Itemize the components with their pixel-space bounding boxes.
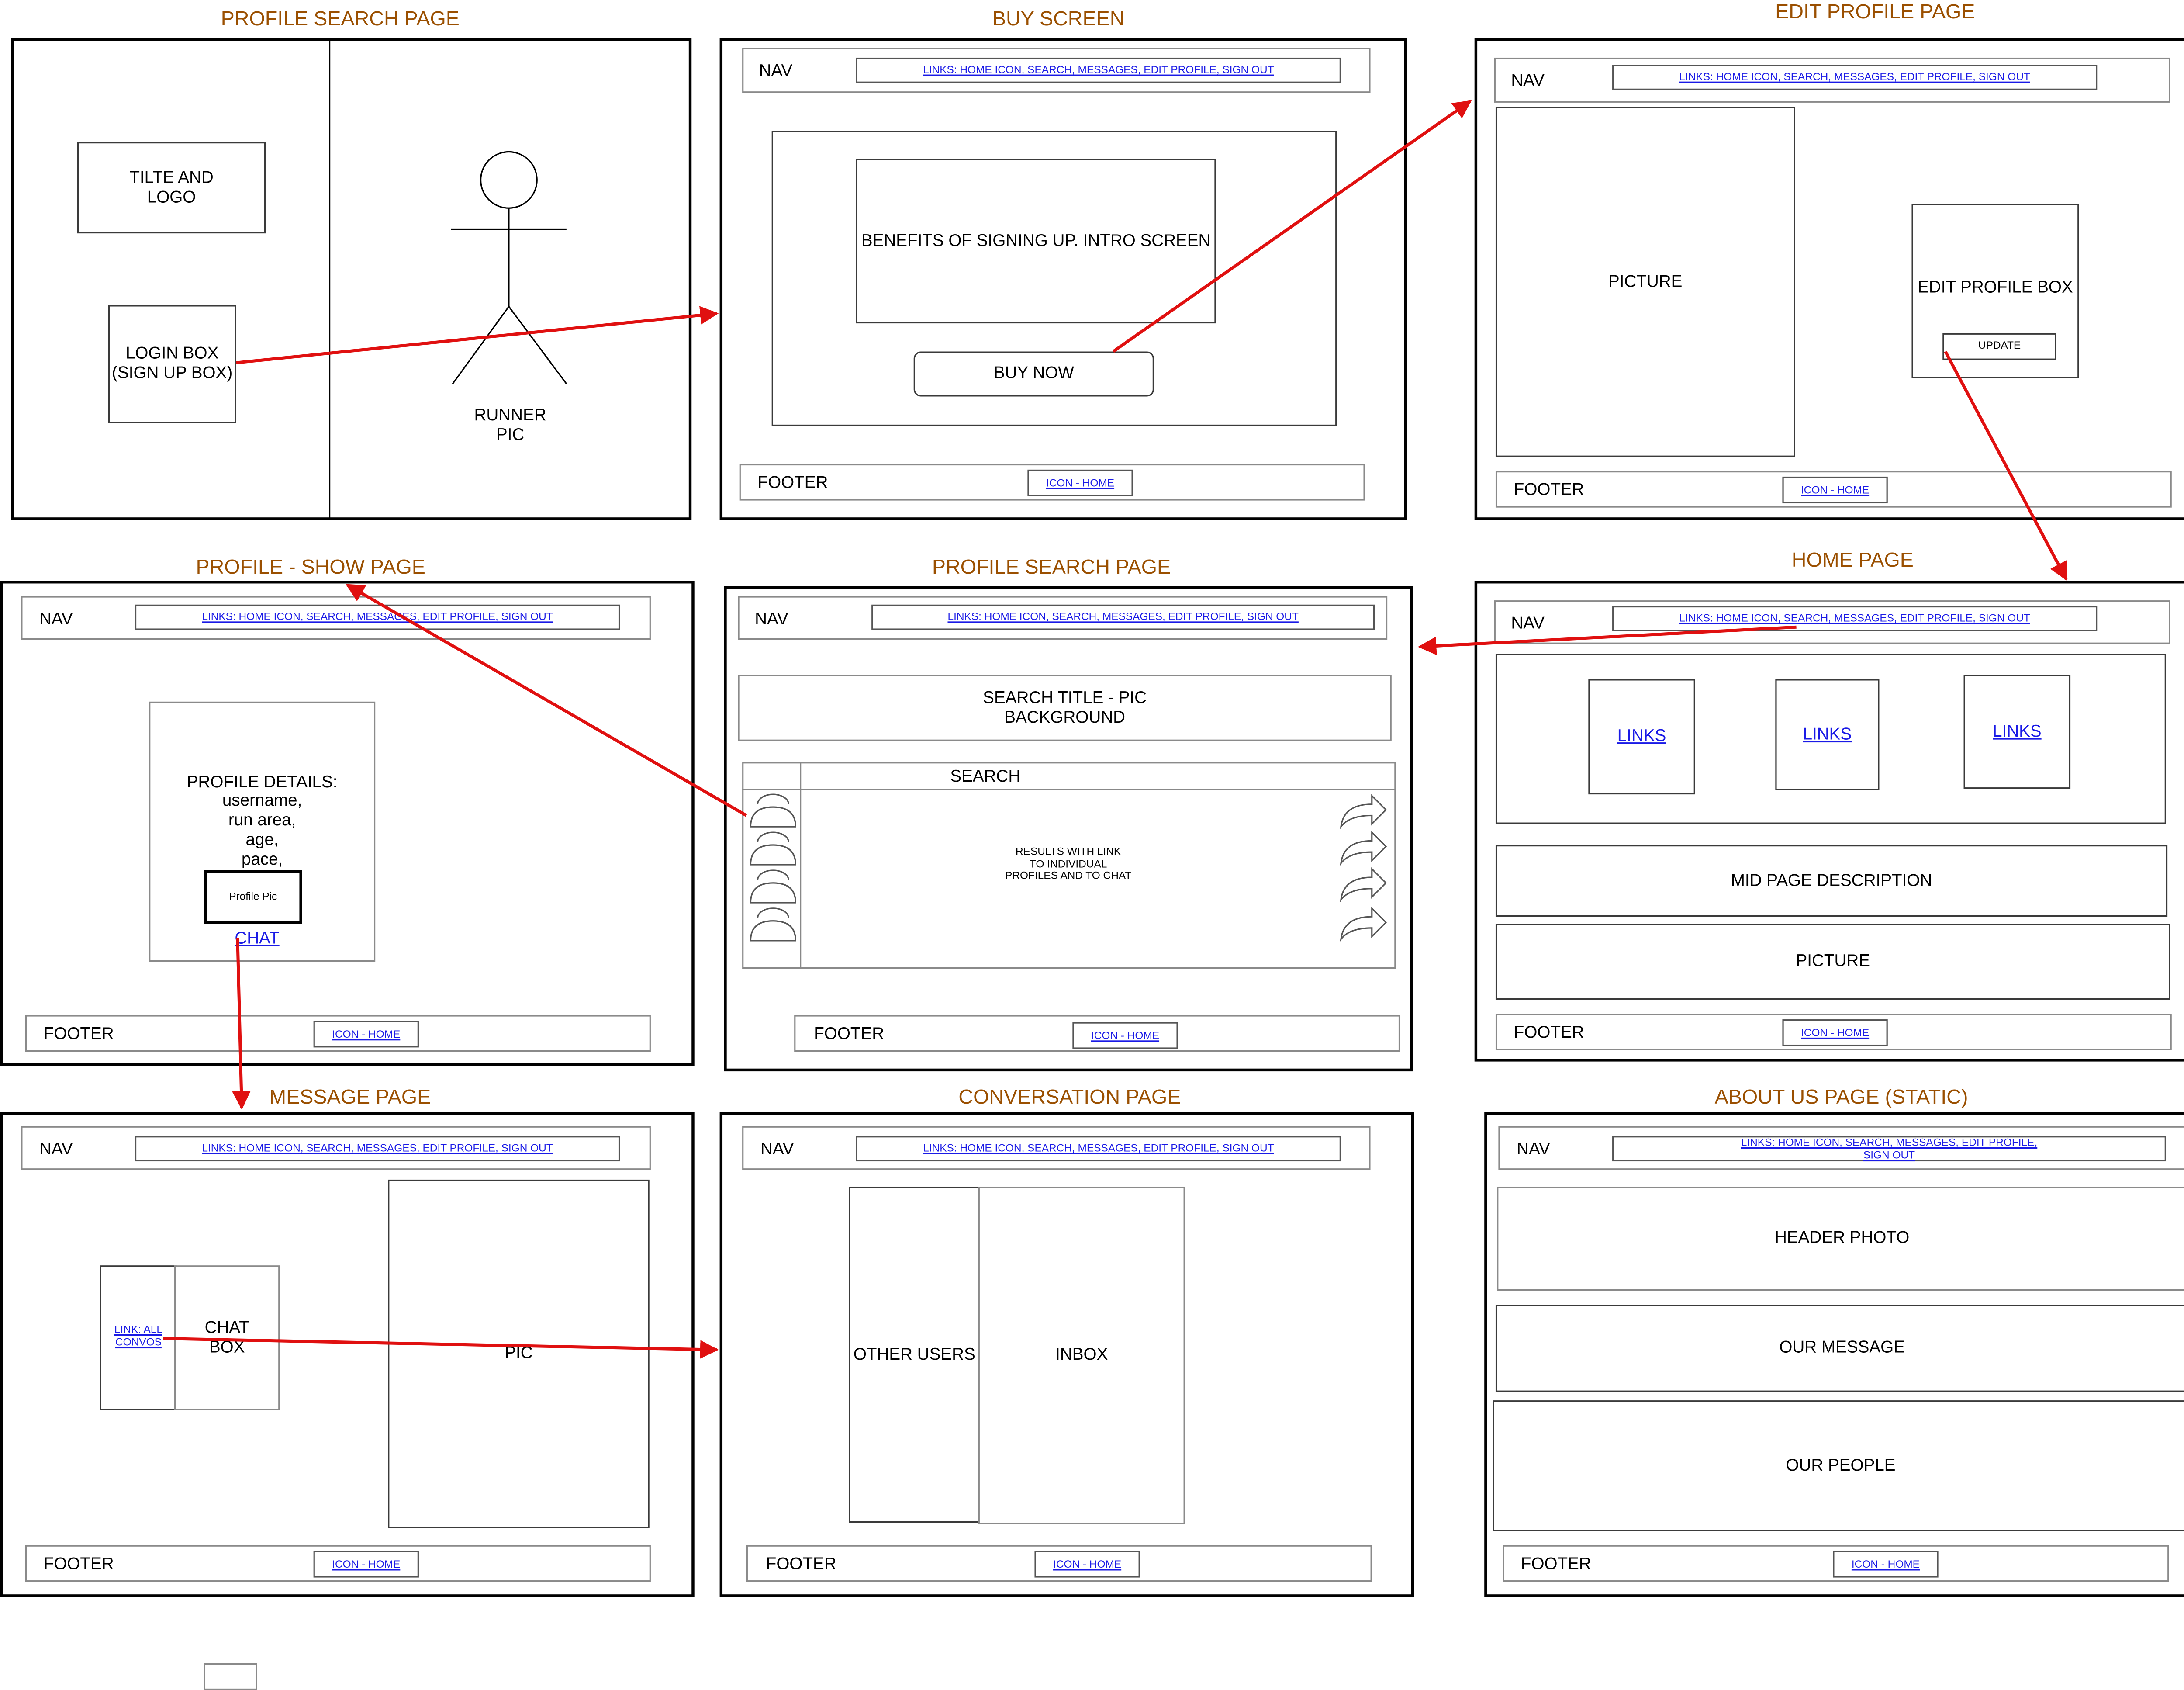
profile-pic-box: Profile Pic: [204, 870, 302, 924]
footer-label: FOOTER: [757, 472, 828, 492]
nav-links[interactable]: LINKS: HOME ICON, SEARCH, MESSAGES, EDIT…: [135, 604, 620, 630]
footer-label: FOOTER: [43, 1023, 114, 1043]
nav-links[interactable]: LINKS: HOME ICON, SEARCH, MESSAGES, EDIT…: [135, 1136, 620, 1162]
mid-page-description: MID PAGE DESCRIPTION: [1495, 845, 2168, 917]
footer-home-link[interactable]: ICON - HOME: [313, 1021, 419, 1048]
login-box[interactable]: LOGIN BOX (SIGN UP BOX): [108, 305, 236, 423]
chat-box[interactable]: CHAT BOX: [174, 1265, 280, 1410]
panel-profile-search-top: [11, 38, 692, 520]
panel-title-profile-search-mid: PROFILE SEARCH PAGE: [932, 557, 1171, 579]
results-description: RESULTS WITH LINK TO INDIVIDUAL PROFILES…: [1005, 845, 1132, 882]
edit-profile-label: EDIT PROFILE BOX: [1918, 277, 2073, 297]
runner-pic-label: RUNNER PIC: [474, 405, 546, 444]
stray-empty-box: [204, 1663, 257, 1690]
footer-label: FOOTER: [1514, 479, 1584, 499]
footer-label: FOOTER: [766, 1553, 836, 1573]
panel-title-home-page: HOME PAGE: [1791, 550, 1914, 572]
profile-details-text: PROFILE DETAILS: username, run area, age…: [187, 771, 338, 869]
panel-title-conversation-page: CONVERSATION PAGE: [958, 1087, 1181, 1110]
nav-label: NAV: [39, 1139, 73, 1159]
nav-label: NAV: [759, 60, 793, 80]
profile-picture-box: PICTURE: [1495, 107, 1795, 457]
inbox-panel: INBOX: [978, 1186, 1185, 1524]
nav-label: NAV: [1511, 613, 1545, 633]
panel-title-profile-show: PROFILE - SHOW PAGE: [196, 557, 425, 579]
nav-links[interactable]: LINKS: HOME ICON, SEARCH, MESSAGES, EDIT…: [1612, 1136, 2166, 1162]
panel-title-about-page: ABOUT US PAGE (STATIC): [1714, 1087, 1968, 1110]
user-avatars-column: [750, 793, 796, 942]
wireframe-canvas: PROFILE SEARCH PAGE TILTE AND LOGO LOGIN…: [0, 0, 2184, 1690]
home-link-1[interactable]: LINKS: [1588, 679, 1695, 795]
footer-home-link[interactable]: ICON - HOME: [313, 1551, 419, 1578]
footer-home-link[interactable]: ICON - HOME: [1072, 1022, 1178, 1049]
message-pic-box: PIC: [388, 1179, 650, 1528]
nav-links[interactable]: LINKS: HOME ICON, SEARCH, MESSAGES, EDIT…: [1612, 65, 2098, 90]
buy-now-button[interactable]: BUY NOW: [913, 351, 1154, 397]
nav-links[interactable]: LINKS: HOME ICON, SEARCH, MESSAGES, EDIT…: [1612, 606, 2098, 631]
our-people-box: OUR PEOPLE: [1493, 1400, 2184, 1531]
home-link-3[interactable]: LINKS: [1963, 675, 2071, 789]
nav-label: NAV: [39, 609, 73, 629]
panel-title-edit-profile: EDIT PROFILE PAGE: [1775, 1, 1975, 24]
footer-home-link[interactable]: ICON - HOME: [1782, 1019, 1888, 1046]
split-divider: [329, 39, 331, 519]
panel-title-message-page: MESSAGE PAGE: [269, 1087, 431, 1110]
nav-label: NAV: [1511, 70, 1545, 90]
panel-title-buy-screen: BUY SCREEN: [992, 8, 1125, 31]
search-title-banner: SEARCH TITLE - PIC BACKGROUND: [738, 675, 1392, 741]
other-users-panel[interactable]: OTHER USERS: [849, 1186, 980, 1523]
forward-arrow-icons: [1340, 794, 1387, 942]
update-button[interactable]: UPDATE: [1942, 333, 2056, 360]
footer-home-link[interactable]: ICON - HOME: [1782, 476, 1888, 504]
nav-label: NAV: [760, 1139, 794, 1159]
footer-label: FOOTER: [1514, 1022, 1584, 1042]
footer-home-link[interactable]: ICON - HOME: [1027, 469, 1133, 496]
nav-links[interactable]: LINKS: HOME ICON, SEARCH, MESSAGES, EDIT…: [856, 1136, 1341, 1162]
chat-link[interactable]: CHAT: [235, 928, 279, 948]
panel-title-profile-search-top: PROFILE SEARCH PAGE: [221, 8, 460, 31]
footer-home-link[interactable]: ICON - HOME: [1833, 1551, 1939, 1578]
footer-label: FOOTER: [1521, 1553, 1591, 1573]
our-message-box: OUR MESSAGE: [1495, 1305, 2184, 1392]
results-header-divider: [742, 789, 1396, 790]
footer-home-link[interactable]: ICON - HOME: [1034, 1551, 1140, 1578]
nav-label: NAV: [1517, 1139, 1550, 1159]
intro-box: BENEFITS OF SIGNING UP. INTRO SCREEN: [856, 159, 1216, 324]
header-photo-box: HEADER PHOTO: [1497, 1186, 2184, 1291]
all-convos-link[interactable]: LINK: ALL CONVOS: [100, 1319, 177, 1355]
title-logo-box: TILTE AND LOGO: [77, 142, 266, 234]
home-picture-box: PICTURE: [1495, 924, 2170, 1000]
runner-stick-figure: [451, 151, 567, 384]
nav-label: NAV: [755, 609, 788, 629]
footer-label: FOOTER: [814, 1023, 885, 1043]
nav-links[interactable]: LINKS: HOME ICON, SEARCH, MESSAGES, EDIT…: [871, 604, 1375, 630]
search-label: SEARCH: [950, 766, 1021, 786]
home-link-2[interactable]: LINKS: [1775, 679, 1880, 790]
nav-links[interactable]: LINKS: HOME ICON, SEARCH, MESSAGES, EDIT…: [856, 57, 1341, 83]
footer-label: FOOTER: [43, 1553, 114, 1573]
